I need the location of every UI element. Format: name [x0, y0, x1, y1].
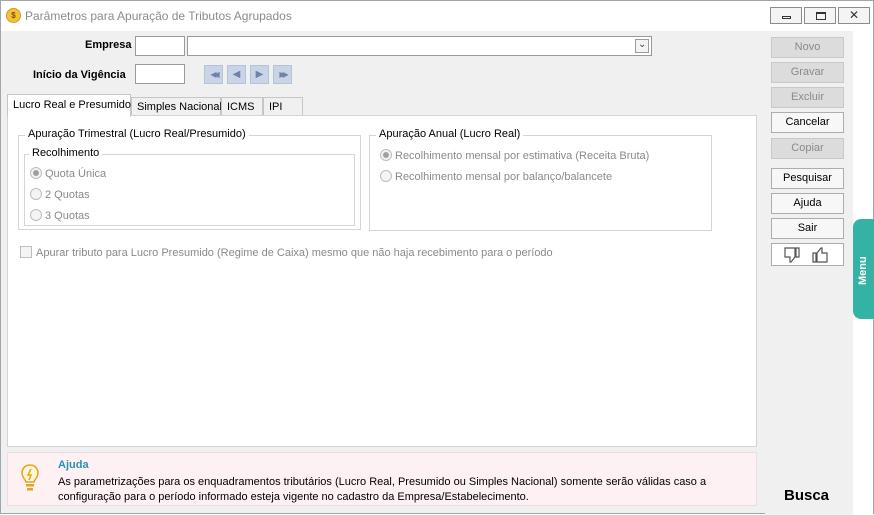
radio-estimativa[interactable]: Recolhimento mensal por estimativa (Rece… — [380, 149, 649, 165]
checkbox-icon — [20, 246, 32, 258]
minimize-button[interactable] — [770, 7, 802, 24]
anual-group: Apuração Anual (Lucro Real) Recolhimento… — [369, 128, 712, 231]
radio-balanco[interactable]: Recolhimento mensal por balanço/balancet… — [380, 170, 612, 186]
radio-icon — [380, 170, 392, 182]
thumbs-down-icon[interactable] — [782, 246, 802, 264]
right-arrow-icon: ▶ — [255, 69, 264, 80]
radio-icon — [30, 188, 42, 200]
tab-icms[interactable]: ICMS — [221, 97, 263, 116]
anual-title: Apuração Anual (Lucro Real) — [376, 128, 524, 140]
tab-simples-nacional[interactable]: Simples Nacional — [131, 97, 222, 116]
help-text: As parametrizações para os enquadramento… — [58, 476, 707, 503]
radio-label: Recolhimento mensal por estimativa (Rece… — [395, 150, 650, 162]
excluir-button[interactable]: Excluir — [771, 87, 844, 108]
radio-label: Quota Única — [45, 168, 107, 180]
trimestral-title: Apuração Trimestral (Lucro Real/Presumid… — [25, 128, 249, 140]
ajuda-button[interactable]: Ajuda — [771, 193, 844, 214]
feedback-buttons — [771, 243, 844, 266]
action-sidebar: Novo Gravar Excluir Cancelar Copiar Pesq… — [765, 31, 853, 515]
main-window: $ Parâmetros para Apuração de Tributos A… — [0, 0, 874, 515]
radio-icon — [380, 149, 392, 161]
menu-tab[interactable]: Menu — [853, 219, 874, 319]
recolhimento-group: Recolhimento Quota Única 2 Quotas 3 Quot… — [24, 147, 355, 226]
radio-label: Recolhimento mensal por balanço/balancet… — [395, 171, 613, 183]
menu-tab-label: Menu — [857, 256, 869, 285]
help-title: Ajuda — [58, 459, 89, 471]
empresa-name-combo[interactable]: ⌄ — [187, 36, 652, 56]
radio-icon — [30, 167, 42, 179]
pesquisar-button[interactable]: Pesquisar — [771, 168, 844, 189]
empresa-code-input[interactable] — [135, 36, 185, 56]
novo-button[interactable]: Novo — [771, 37, 844, 58]
tab-panel: Apuração Trimestral (Lucro Real/Presumid… — [7, 115, 757, 447]
radio-label: 3 Quotas — [45, 210, 90, 222]
thumbs-up-icon[interactable] — [810, 246, 830, 264]
trimestral-group: Apuração Trimestral (Lucro Real/Presumid… — [18, 128, 361, 230]
close-button[interactable]: ✕ — [838, 7, 870, 24]
recolhimento-title: Recolhimento — [29, 147, 103, 159]
maximize-button[interactable] — [804, 7, 836, 24]
maximize-icon — [816, 12, 826, 20]
combo-dropdown-button[interactable]: ⌄ — [635, 39, 649, 53]
radio-3-quotas[interactable]: 3 Quotas — [30, 209, 90, 225]
tab-lucro-real-presumido[interactable]: Lucro Real e Presumido — [7, 94, 131, 117]
busca-label[interactable]: Busca — [784, 487, 829, 504]
nav-next-button[interactable]: ▶ — [250, 65, 269, 84]
vigencia-label: Início da Vigência — [33, 69, 126, 81]
window-title: Parâmetros para Apuração de Tributos Agr… — [25, 9, 292, 23]
gravar-button[interactable]: Gravar — [771, 62, 844, 83]
tab-ipi[interactable]: IPI — [263, 97, 303, 116]
copiar-button[interactable]: Copiar — [771, 138, 844, 159]
radio-quota-unica[interactable]: Quota Única — [30, 167, 106, 183]
double-left-icon: ◀◀ — [210, 70, 219, 79]
vigencia-input[interactable] — [135, 64, 185, 84]
lightbulb-icon — [21, 464, 39, 491]
close-icon: ✕ — [848, 8, 860, 22]
app-icon: $ — [6, 8, 21, 23]
sair-button[interactable]: Sair — [771, 218, 844, 239]
left-arrow-icon: ◀ — [232, 69, 241, 80]
regime-caixa-checkbox[interactable]: Apurar tributo para Lucro Presumido (Reg… — [20, 246, 553, 262]
radio-icon — [30, 209, 42, 221]
radio-label: 2 Quotas — [45, 189, 90, 201]
help-panel: Ajuda As parametrizações para os enquadr… — [7, 452, 757, 506]
cancelar-button[interactable]: Cancelar — [771, 112, 844, 133]
nav-first-button[interactable]: ◀◀ — [204, 65, 223, 84]
radio-2-quotas[interactable]: 2 Quotas — [30, 188, 90, 204]
checkbox-label: Apurar tributo para Lucro Presumido (Reg… — [36, 247, 553, 259]
form-area: Empresa ⌄ Início da Vigência ◀◀ ◀ ▶ ▶▶ L… — [7, 31, 757, 447]
title-bar: $ Parâmetros para Apuração de Tributos A… — [1, 1, 873, 31]
minimize-icon — [782, 16, 791, 19]
nav-prev-button[interactable]: ◀ — [227, 65, 246, 84]
nav-last-button[interactable]: ▶▶ — [273, 65, 292, 84]
chevron-down-icon: ⌄ — [638, 39, 647, 50]
empresa-label: Empresa — [85, 39, 132, 51]
double-right-icon: ▶▶ — [279, 70, 288, 79]
